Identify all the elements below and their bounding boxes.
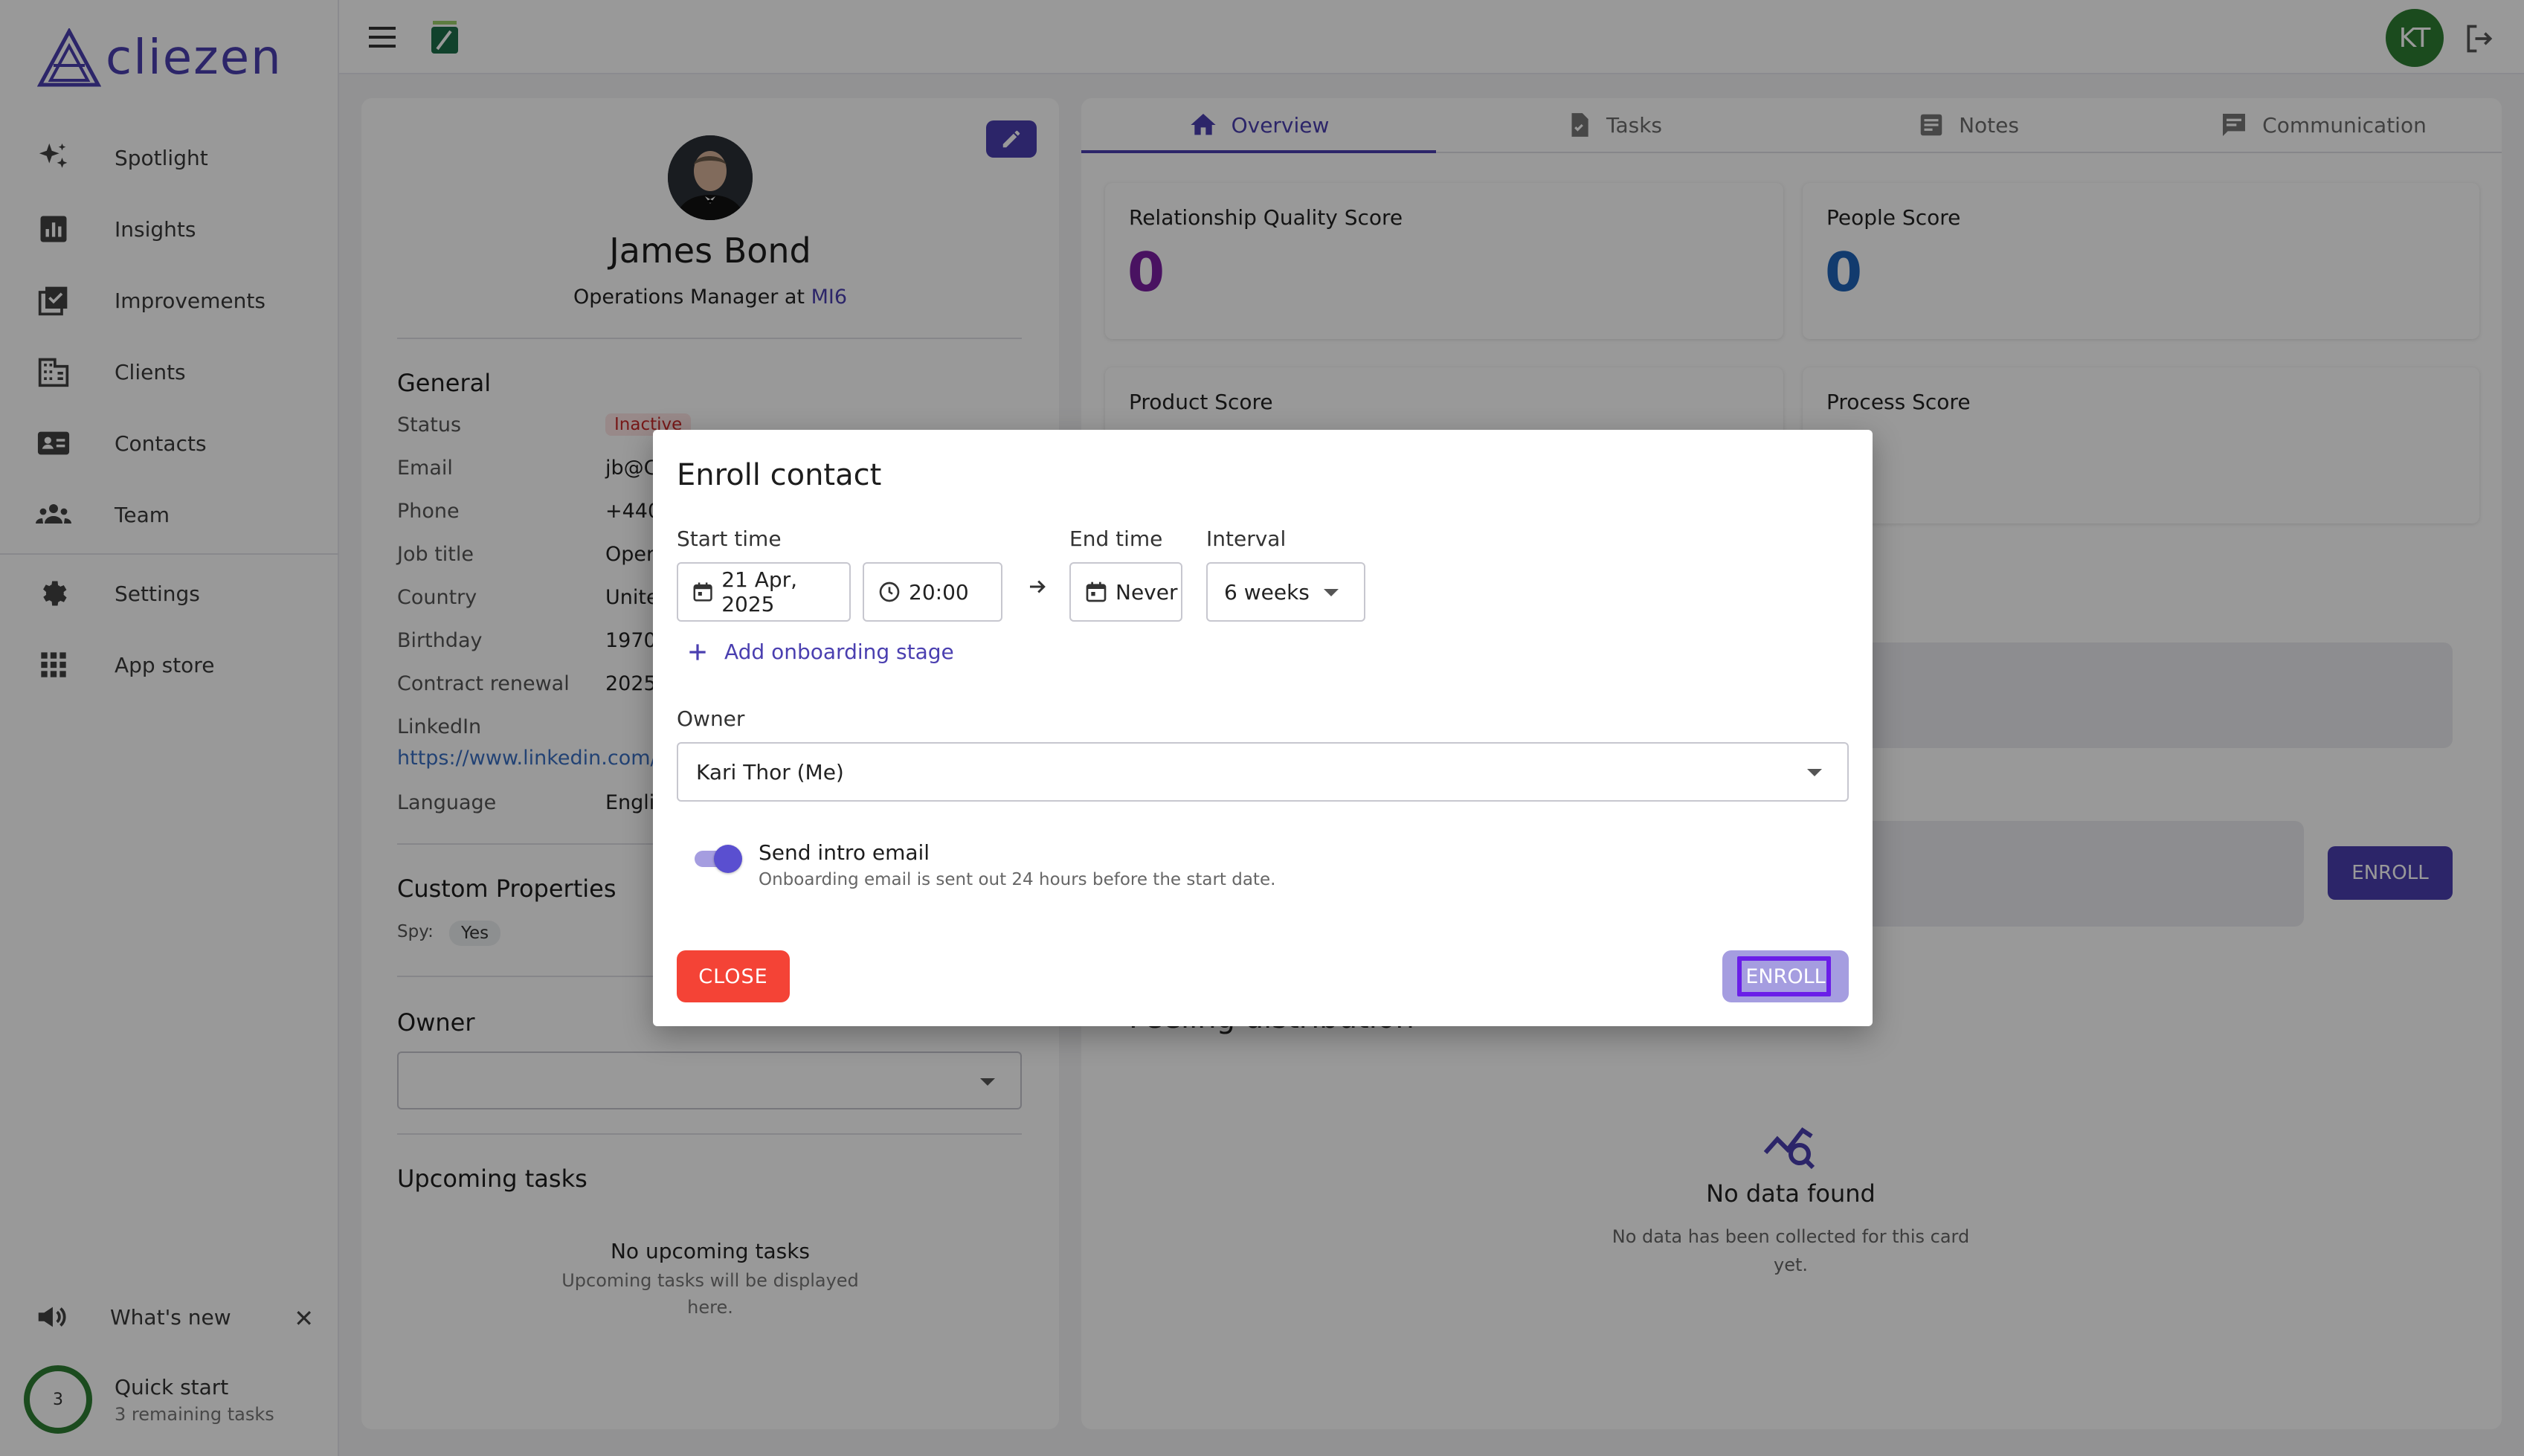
enroll-button[interactable]: ENROLL <box>1722 950 1849 1002</box>
start-date-picker[interactable]: 21 Apr, 2025 <box>677 562 851 622</box>
close-button[interactable]: CLOSE <box>677 950 790 1002</box>
interval-label: Interval <box>1206 526 1287 551</box>
owner-select[interactable]: Kari Thor (Me) <box>677 742 1849 802</box>
send-intro-email-toggle[interactable] <box>692 840 745 874</box>
owner-label: Owner <box>677 706 745 731</box>
interval-value: 6 weeks <box>1224 579 1310 605</box>
arrow-right-icon <box>1030 580 1046 593</box>
chevron-down-icon <box>1807 769 1822 776</box>
dialog-title: Enroll contact <box>677 458 882 492</box>
calendar-icon <box>693 582 712 602</box>
start-time-picker[interactable]: 20:00 <box>863 562 1002 622</box>
add-stage-label: Add onboarding stage <box>724 640 954 664</box>
owner-value: Kari Thor (Me) <box>696 759 844 785</box>
start-date-value: 21 Apr, 2025 <box>721 567 798 616</box>
interval-select[interactable]: 6 weeks <box>1206 562 1365 622</box>
focus-outline <box>1737 956 1831 996</box>
end-time-label: End time <box>1069 526 1163 551</box>
end-time-picker[interactable]: Never <box>1069 562 1182 622</box>
enroll-contact-dialog: Enroll contact Start time 21 Apr, 2025 2… <box>653 430 1873 1026</box>
send-intro-email-label: Send intro email <box>759 840 930 865</box>
send-intro-email-hint: Onboarding email is sent out 24 hours be… <box>759 870 1276 889</box>
start-time-label: Start time <box>677 526 782 551</box>
toggle-thumb <box>714 845 742 873</box>
plus-icon <box>689 643 706 660</box>
start-time-value: 20:00 <box>909 579 969 605</box>
chevron-down-icon <box>1324 589 1339 596</box>
end-time-value: Never <box>1115 579 1178 605</box>
clock-icon <box>879 582 900 602</box>
calendar-icon <box>1086 582 1107 602</box>
add-onboarding-stage-button[interactable]: Add onboarding stage <box>686 640 954 664</box>
